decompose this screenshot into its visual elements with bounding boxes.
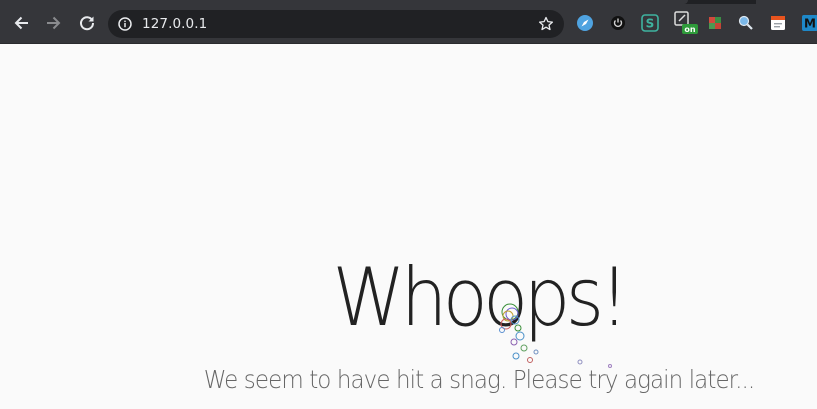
calendar-icon [771, 16, 785, 30]
reload-button[interactable] [77, 13, 97, 33]
extension-tile[interactable] [706, 14, 724, 32]
back-button[interactable] [11, 13, 31, 33]
active-tab[interactable] [0, 0, 688, 4]
url-text[interactable]: 127.0.0.1 [142, 16, 207, 32]
extension-magnifier[interactable] [737, 14, 755, 32]
tile-icon [709, 17, 721, 29]
s-logo-icon: S [641, 14, 659, 32]
m-logo-icon: M [802, 15, 817, 31]
extension-compass[interactable] [576, 14, 594, 32]
inactive-tab[interactable] [756, 0, 817, 4]
reload-icon [80, 16, 95, 31]
error-title: Whoops! [332, 251, 629, 344]
extension-calendar[interactable] [769, 14, 787, 32]
power-icon [611, 16, 625, 30]
forward-button[interactable] [44, 13, 64, 33]
info-icon[interactable] [118, 17, 132, 31]
page-content: Whoops! We seem to have hit a snag. Plea… [0, 44, 817, 409]
browser-toolbar: 127.0.0.1 S on M [0, 0, 817, 44]
extension-power[interactable] [609, 14, 627, 32]
arrow-right-icon [47, 16, 61, 30]
extension-m-label: M [804, 17, 816, 31]
extension-badge: on [684, 25, 695, 34]
extension-s-label: S [646, 17, 655, 31]
edit-icon: on [674, 11, 698, 34]
arrow-left-icon [14, 16, 28, 30]
compass-icon [577, 15, 593, 31]
extension-s[interactable]: S [641, 14, 659, 32]
extension-on[interactable]: on [674, 11, 698, 34]
extension-m[interactable]: M [801, 14, 817, 32]
error-message: We seem to have hit a snag. Please try a… [203, 365, 755, 394]
tab-strip [0, 0, 817, 4]
bookmark-star-icon[interactable] [538, 16, 554, 32]
address-bar[interactable]: 127.0.0.1 [108, 10, 564, 38]
magnifier-icon [738, 15, 753, 30]
